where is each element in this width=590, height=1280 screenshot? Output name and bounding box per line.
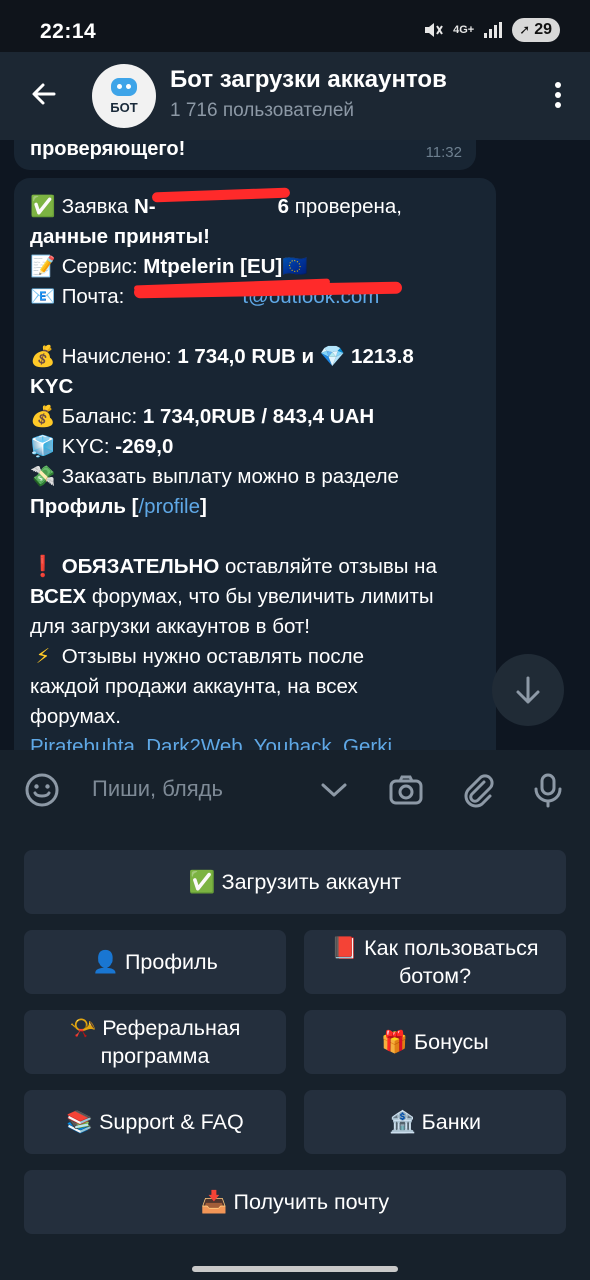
- more-menu-icon[interactable]: [554, 82, 562, 112]
- support-faq-button[interactable]: 📚 Support & FAQ: [24, 1090, 286, 1154]
- previous-message-text: проверяющего!: [30, 140, 186, 160]
- message-line: 📝 Сервис: Mtpelerin [EU]🇪🇺: [30, 252, 482, 282]
- arrow-down-icon: [516, 676, 540, 704]
- back-arrow-icon[interactable]: [28, 78, 60, 110]
- emoji-icon[interactable]: [24, 772, 60, 808]
- previous-message: проверяющего! 11:32: [14, 140, 476, 170]
- chat-header: БОТ Бот загрузки аккаунтов 1 716 пользов…: [0, 52, 590, 140]
- upload-account-button[interactable]: ✅ Загрузить аккаунт: [24, 850, 566, 914]
- chevron-down-icon[interactable]: [316, 772, 352, 808]
- message-line: каждой продажи аккаунта, на всех: [30, 675, 358, 698]
- attach-icon[interactable]: [460, 772, 496, 808]
- message-line: 💰 Баланс: 1 734,0RUB / 843,4 UAH: [30, 402, 482, 432]
- bot-message: ✅ Заявка N- 6 проверена, данные приняты! …: [14, 178, 496, 750]
- profile-button[interactable]: 👤 Профиль: [24, 930, 286, 994]
- charging-icon: ➚: [519, 22, 531, 37]
- money-bag-icon: 💰: [30, 405, 56, 428]
- message-input-bar: Пиши, блядь: [0, 750, 590, 830]
- message-line: для загрузки аккаунтов в бот!: [30, 615, 310, 638]
- bot-head-icon: [111, 78, 137, 96]
- banks-button[interactable]: 🏦 Банки: [304, 1090, 566, 1154]
- forums-link[interactable]: Piratebuhta, Dark2Web, Youhack, Gerki: [30, 732, 482, 750]
- signal-icon: [484, 22, 503, 38]
- status-time: 22:14: [40, 20, 97, 43]
- profile-command-link[interactable]: /profile: [138, 495, 200, 518]
- message-line: Профиль [/profile]: [30, 495, 207, 518]
- message-input[interactable]: Пиши, блядь: [92, 776, 223, 802]
- money-wings-icon: 💸: [30, 465, 56, 488]
- message-line: 💰 Начислено: 1 734,0 RUB и 💎 1213.8: [30, 342, 482, 372]
- message-line: 💸 Заказать выплату можно в разделе: [30, 462, 482, 492]
- exclamation-icon: ❗: [30, 555, 56, 578]
- status-bar: 22:14 4G+ ➚ 29: [0, 0, 590, 52]
- how-to-use-button[interactable]: 📕 Как пользоваться ботом?: [304, 930, 566, 994]
- lightning-icon: ⚡: [35, 645, 51, 668]
- message-line: 🧊 KYC: -269,0: [30, 432, 482, 462]
- scroll-down-button[interactable]: [492, 654, 564, 726]
- microphone-icon[interactable]: [530, 772, 566, 808]
- status-icons: 4G+ ➚ 29: [423, 18, 560, 42]
- email-icon: 📧: [30, 285, 56, 308]
- memo-icon: 📝: [30, 255, 56, 278]
- bonuses-button[interactable]: 🎁 Бонусы: [304, 1010, 566, 1074]
- get-mail-button[interactable]: 📥 Получить почту: [24, 1170, 566, 1234]
- previous-message-time: 11:32: [425, 144, 462, 161]
- chat-title[interactable]: Бот загрузки аккаунтов: [170, 66, 447, 94]
- gem-icon: 💎: [319, 345, 346, 368]
- bot-keyboard: ✅ Загрузить аккаунт 👤 Профиль 📕 Как поль…: [0, 830, 590, 1280]
- eu-flag-icon: 🇪🇺: [282, 255, 308, 278]
- home-indicator[interactable]: [192, 1266, 398, 1272]
- camera-icon[interactable]: [388, 772, 424, 808]
- message-line: ВСЕХ форумах, что бы увеличить лимиты: [30, 585, 434, 608]
- message-line: данные приняты!: [30, 225, 211, 248]
- message-line: KYC: [30, 375, 74, 398]
- chat-subscribers: 1 716 пользователей: [170, 100, 355, 121]
- network-type: 4G+: [453, 24, 475, 36]
- mute-icon: [425, 23, 443, 37]
- money-bag-icon: 💰: [30, 345, 56, 368]
- battery-indicator: ➚ 29: [512, 18, 560, 42]
- bot-avatar[interactable]: БОТ: [92, 64, 156, 128]
- message-line: ❗ ОБЯЗАТЕЛЬНО оставляйте отзывы на: [30, 552, 482, 582]
- avatar-label: БОТ: [110, 100, 138, 115]
- message-line: ⚡ Отзывы нужно оставлять после: [30, 642, 482, 672]
- battery-level: 29: [534, 21, 552, 38]
- check-mark-icon: ✅: [30, 195, 56, 218]
- ice-cube-icon: 🧊: [30, 435, 56, 458]
- message-line: форумах.: [30, 705, 121, 728]
- referral-program-button[interactable]: 📯 Реферальная программа: [24, 1010, 286, 1074]
